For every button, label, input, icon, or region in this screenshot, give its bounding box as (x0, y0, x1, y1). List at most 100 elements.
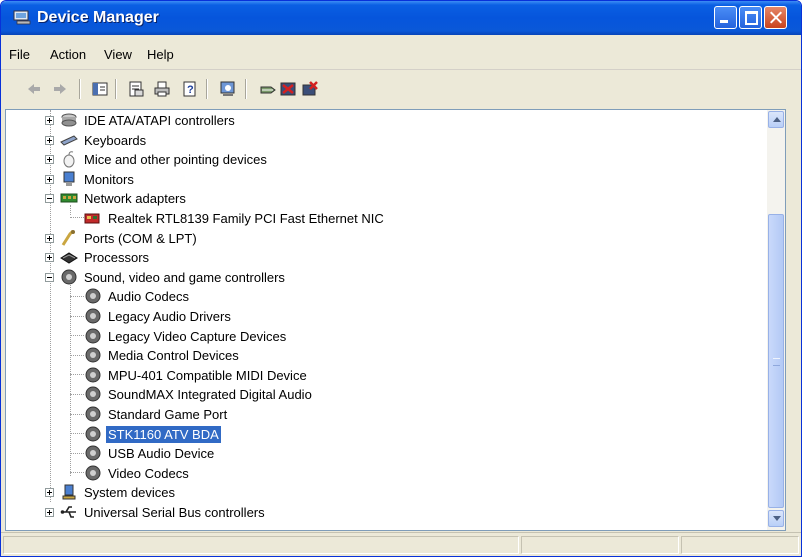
tree-item-label: STK1160 ATV BDA (106, 425, 221, 443)
tree-item-label: Keyboards (84, 132, 147, 148)
tree-item-label: Media Control Devices (108, 348, 239, 364)
speaker-icon (85, 386, 101, 402)
toolbar: ? (1, 70, 801, 106)
tree-item-label: MPU-401 Compatible MIDI Device (108, 367, 307, 383)
tree-item-label: USB Audio Device (108, 446, 215, 462)
svg-text:?: ? (187, 84, 194, 96)
speaker-icon (85, 347, 101, 363)
status-bar (1, 532, 801, 556)
scroll-grip-icon (773, 358, 780, 366)
scroll-down-button[interactable] (768, 510, 784, 527)
scan-hardware-icon[interactable] (219, 80, 237, 98)
tree-connector (70, 414, 84, 415)
tree-item-label: Standard Game Port (108, 407, 228, 422)
speaker-icon (61, 269, 77, 285)
tree-item-label: Video Codecs (108, 465, 189, 481)
expand-toggle[interactable] (45, 488, 54, 498)
title-bar[interactable]: Device Manager (1, 1, 801, 35)
tree-item-label: IDE ATA/ATAPI controllers (84, 113, 235, 128)
toolbar-separator (245, 79, 247, 99)
network-adapter-icon (60, 193, 78, 203)
speaker-icon (85, 308, 101, 324)
maximize-button[interactable] (739, 6, 762, 29)
tree-connector (70, 374, 84, 375)
menu-help[interactable]: Help (147, 47, 174, 62)
tree-connector (70, 453, 84, 454)
expand-toggle[interactable] (45, 508, 54, 517)
tree-item-label: Sound, video and game controllers (84, 269, 285, 285)
tree-connector (70, 283, 71, 476)
collapse-toggle[interactable] (45, 272, 54, 282)
console-tree-icon[interactable] (91, 80, 109, 98)
expand-toggle[interactable] (45, 135, 54, 145)
menu-view[interactable]: View (104, 47, 132, 62)
tree-item-label: Ports (COM & LPT) (84, 230, 197, 246)
expand-toggle[interactable] (45, 116, 54, 125)
toolbar-separator (206, 79, 208, 99)
tree-connector (70, 472, 84, 473)
expand-toggle[interactable] (45, 155, 54, 165)
system-device-icon (62, 484, 76, 500)
tree-connector (70, 433, 84, 434)
tree-item-label: Universal Serial Bus controllers (84, 505, 265, 520)
speaker-icon (85, 445, 101, 461)
menu-file[interactable]: File (9, 47, 30, 62)
menu-action[interactable]: Action (50, 47, 86, 62)
back-icon[interactable] (25, 80, 43, 98)
status-pane (3, 536, 519, 554)
status-pane (521, 536, 679, 554)
help-icon[interactable]: ? (181, 80, 199, 98)
toolbar-separator (79, 79, 81, 99)
speaker-icon (85, 288, 101, 304)
tree-item-label: Legacy Audio Drivers (108, 309, 231, 324)
properties-icon[interactable] (127, 80, 145, 98)
scroll-up-button[interactable] (768, 111, 784, 128)
tree-item-label: SoundMAX Integrated Digital Audio (108, 387, 312, 403)
tree-item-label: Network adapters (84, 191, 186, 207)
mouse-icon (63, 151, 75, 168)
collapse-toggle[interactable] (45, 194, 54, 204)
tree-connector (70, 355, 84, 356)
port-icon (61, 229, 75, 246)
tree-item-label: Processors (84, 250, 150, 266)
expand-toggle[interactable] (45, 174, 54, 184)
device-manager-icon (13, 10, 31, 25)
tree-connector (70, 217, 84, 218)
minimize-button[interactable] (714, 6, 737, 29)
toolbar-separator (115, 79, 117, 99)
tree-item-label: Monitors (84, 171, 134, 187)
tree-item-label: System devices (84, 485, 176, 501)
forward-icon[interactable] (51, 80, 69, 98)
tree-item-label: Audio Codecs (108, 289, 189, 305)
tree-item-label: Legacy Video Capture Devices (108, 328, 287, 344)
expand-toggle[interactable] (45, 233, 54, 243)
print-icon[interactable] (153, 80, 171, 98)
vertical-scrollbar[interactable] (767, 109, 786, 531)
window-title: Device Manager (37, 9, 159, 26)
uninstall-device-icon[interactable] (301, 80, 319, 98)
status-pane (681, 536, 799, 554)
keyboard-icon (60, 134, 78, 146)
speaker-icon (85, 367, 101, 383)
speaker-icon (85, 465, 101, 481)
monitor-icon (63, 171, 75, 186)
disable-device-icon[interactable] (279, 80, 297, 98)
tree-item-label: Mice and other pointing devices (84, 152, 267, 168)
network-card-icon (84, 213, 100, 224)
tree-connector (70, 394, 84, 395)
scroll-thumb[interactable] (768, 214, 784, 508)
close-button[interactable] (764, 6, 787, 29)
tree-connector (50, 110, 51, 502)
ide-controller-icon (61, 113, 77, 127)
speaker-icon (85, 328, 101, 344)
speaker-icon (85, 406, 101, 422)
processor-icon (60, 252, 78, 264)
update-driver-icon[interactable] (259, 80, 277, 98)
expand-toggle[interactable] (45, 253, 54, 263)
device-manager-window: Device Manager File Action View Help ? I… (0, 0, 802, 557)
usb-icon (60, 506, 76, 518)
menu-bar: File Action View Help (1, 35, 801, 70)
device-tree[interactable]: IDE ATA/ATAPI controllers Keyboards Mice… (5, 109, 769, 531)
tree-connector (70, 316, 84, 317)
tree-item-label: Realtek RTL8139 Family PCI Fast Ethernet… (108, 211, 384, 226)
